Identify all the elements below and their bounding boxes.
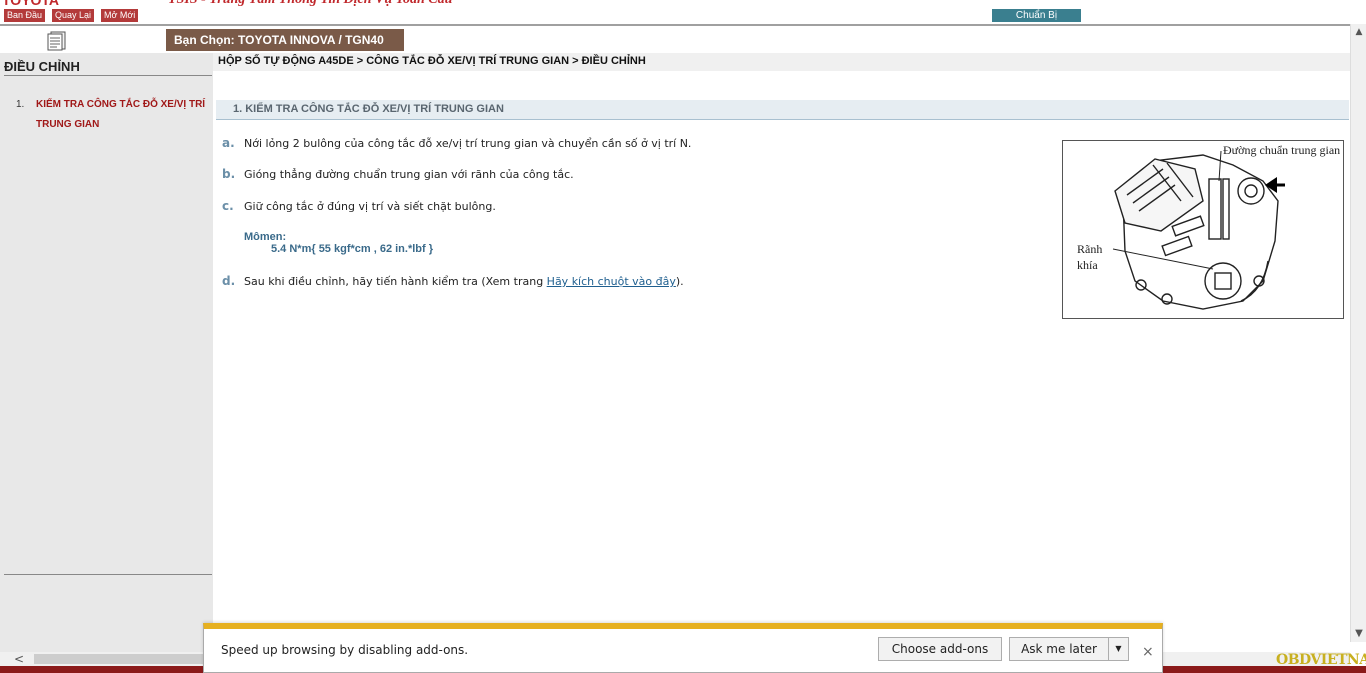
app-title: TSIS - Trung Tâm Thông Tin Dịch Vụ Toàn … xyxy=(168,0,452,8)
top-header: TOYOTA TSIS - Trung Tâm Thông Tin Dịch V… xyxy=(0,0,1366,24)
breadcrumb-bar: HỘP SỐ TỰ ĐỘNG A45DE > CÔNG TẮC ĐỖ XE/VỊ… xyxy=(213,53,1350,71)
close-icon[interactable]: × xyxy=(1142,645,1154,659)
step-letter: d. xyxy=(222,274,236,288)
choose-addons-button[interactable]: Choose add-ons xyxy=(878,637,1002,661)
step-b: b. Gióng thẳng đường chuẩn trung gian với… xyxy=(222,167,574,181)
sidebar-item-label[interactable]: KIỂM TRA CÔNG TẮC ĐỖ XE/VỊ TRÍ TRUNG GIA… xyxy=(36,95,206,135)
toolbar-row: Bạn Chọn: TOYOTA INNOVA / TGN40 xyxy=(0,27,1350,53)
sidebar-item-number: 1. xyxy=(16,99,25,110)
section-header: 1. KIỂM TRA CÔNG TẮC ĐỖ XE/VỊ TRÍ TRUNG … xyxy=(216,100,1349,120)
new-window-button[interactable]: Mở Mới xyxy=(101,9,139,22)
vertical-scrollbar[interactable]: ▲ ▼ xyxy=(1350,24,1366,642)
document-icon[interactable] xyxy=(46,31,70,51)
torque-value: 5.4 N*m{ 55 kgf*cm , 62 in.*lbf } xyxy=(271,243,434,255)
horizontal-scroll-thumb[interactable] xyxy=(34,654,204,664)
sidebar-item-check-switch[interactable]: 1. KIỂM TRA CÔNG TẮC ĐỖ XE/VỊ TRÍ TRUNG … xyxy=(16,95,206,135)
addons-notification-bar: Speed up browsing by disabling add-ons. … xyxy=(203,623,1163,673)
toyota-logo: TOYOTA xyxy=(2,0,60,8)
step-letter: c. xyxy=(222,199,234,213)
step-letter: a. xyxy=(222,136,235,150)
sidebar-divider xyxy=(4,75,212,76)
step-text: Gióng thẳng đường chuẩn trung gian với r… xyxy=(244,168,574,181)
scroll-down-icon[interactable]: ▼ xyxy=(1351,626,1366,642)
app-window: TOYOTA TSIS - Trung Tâm Thông Tin Dịch V… xyxy=(0,0,1366,673)
diagram-drawing xyxy=(1112,150,1285,310)
sidebar: ĐIỀU CHỈNH 1. KIỂM TRA CÔNG TẮC ĐỖ XE/VỊ… xyxy=(0,53,213,653)
sidebar-title: ĐIỀU CHỈNH xyxy=(4,59,80,74)
prepare-button[interactable]: Chuẩn Bị xyxy=(992,9,1081,22)
home-button[interactable]: Ban Đầu xyxy=(4,9,46,22)
torque-label: Mômen: xyxy=(244,231,287,243)
step-text: Sau khi điều chỉnh, hãy tiến hành kiểm t… xyxy=(244,275,547,288)
back-button[interactable]: Quay Lại xyxy=(52,9,95,22)
step-a: a. Nới lỏng 2 bulông của công tắc đỗ xe/v… xyxy=(222,136,691,150)
step-text: Nới lỏng 2 bulông của công tắc đỗ xe/vị … xyxy=(244,137,692,150)
step-c: c. Giữ công tắc ở đúng vị trí và siết chặ… xyxy=(222,199,496,213)
main-content: HỘP SỐ TỰ ĐỘNG A45DE > CÔNG TẮC ĐỖ XE/VỊ… xyxy=(213,53,1350,653)
ask-later-button[interactable]: Ask me later xyxy=(1009,637,1109,661)
switch-diagram: Đường chuẩn trung gian Rãnh khía xyxy=(1062,140,1344,319)
scroll-left-icon[interactable]: < xyxy=(14,652,24,666)
inspection-link[interactable]: Hãy kích chuột vào đây xyxy=(547,275,676,288)
figure-label-reference-line: Đường chuẩn trung gian xyxy=(1223,143,1341,157)
step-d: d. Sau khi điều chỉnh, hãy tiến hành kiểm… xyxy=(222,274,684,288)
figure-label-groove: Rãnh khía xyxy=(1077,242,1103,272)
chevron-down-icon[interactable]: ▼ xyxy=(1109,637,1129,661)
step-letter: b. xyxy=(222,167,236,181)
notification-message: Speed up browsing by disabling add-ons. xyxy=(221,643,469,657)
scroll-up-icon[interactable]: ▲ xyxy=(1351,24,1366,40)
section-title: 1. KIỂM TRA CÔNG TẮC ĐỖ XE/VỊ TRÍ TRUNG … xyxy=(233,103,504,115)
vehicle-selection: Bạn Chọn: TOYOTA INNOVA / TGN40 xyxy=(166,29,404,51)
breadcrumb: HỘP SỐ TỰ ĐỘNG A45DE > CÔNG TẮC ĐỖ XE/VỊ… xyxy=(218,55,646,67)
watermark-logo: OBDVIETNAM xyxy=(1276,652,1366,668)
step-text: Giữ công tắc ở đúng vị trí và siết chặt … xyxy=(244,200,496,213)
sidebar-bottom-divider xyxy=(4,574,212,575)
step-suffix: ). xyxy=(675,275,684,288)
header-divider xyxy=(0,24,1350,26)
